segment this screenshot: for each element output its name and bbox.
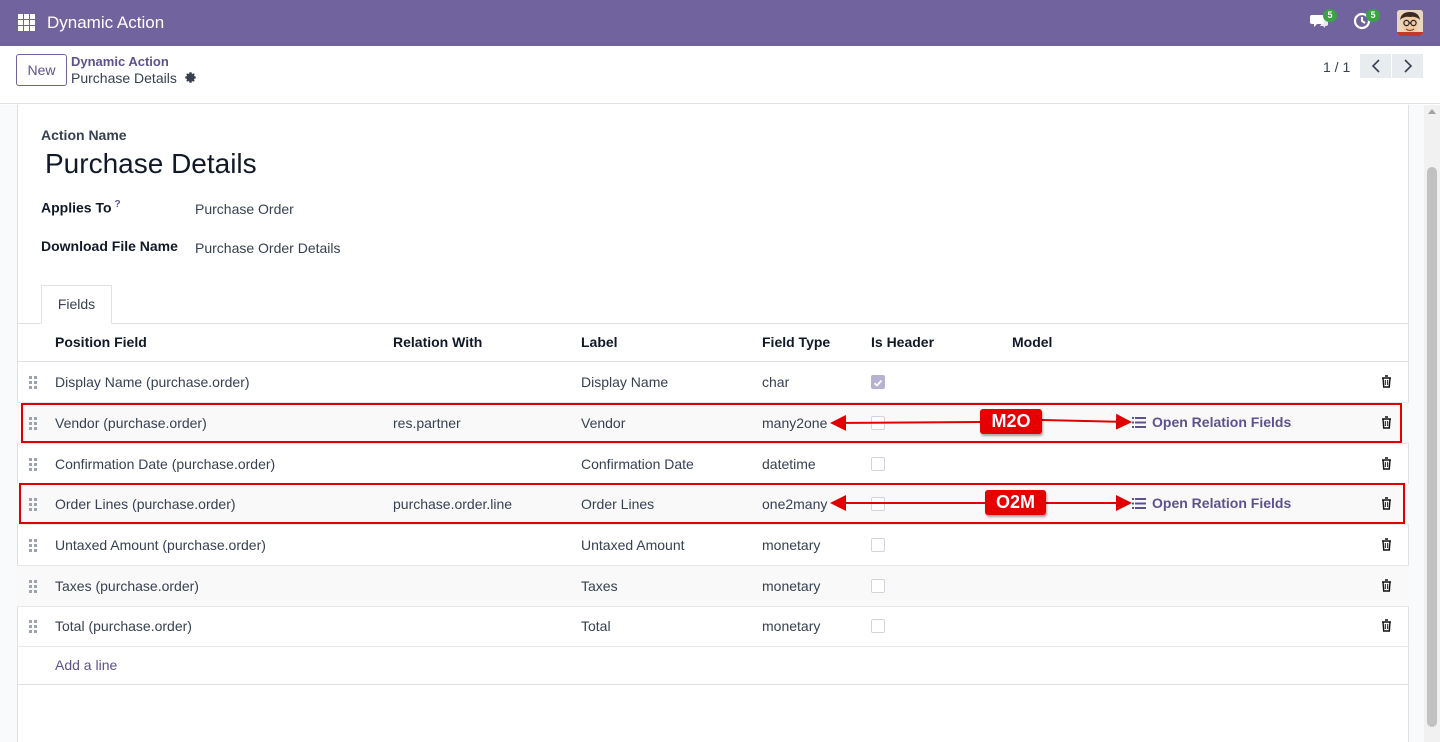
drag-handle-icon[interactable] bbox=[29, 498, 38, 511]
open-relation-fields-button[interactable]: Open Relation Fields bbox=[1132, 414, 1291, 430]
cell-label: Taxes bbox=[581, 578, 618, 594]
cell-field-type: char bbox=[762, 374, 790, 390]
table-row[interactable]: Display Name (purchase.order) Display Na… bbox=[17, 362, 1409, 403]
activity-clock-icon[interactable]: 5 bbox=[1353, 9, 1380, 35]
is-header-checkbox[interactable] bbox=[871, 619, 885, 633]
drag-handle-icon[interactable] bbox=[29, 620, 38, 633]
chevron-left-icon bbox=[1371, 59, 1380, 73]
o2m-annotation-tag: O2M bbox=[985, 490, 1046, 515]
list-icon bbox=[1132, 497, 1146, 509]
applies-to-label: Applies To? bbox=[41, 199, 121, 216]
cell-position-field: Confirmation Date (purchase.order) bbox=[55, 456, 276, 472]
fields-table-header: Position Field Relation With Label Field… bbox=[17, 324, 1409, 362]
user-avatar[interactable] bbox=[1397, 10, 1423, 36]
download-file-name-field[interactable]: Purchase Order Details bbox=[195, 240, 341, 256]
pager-next-button[interactable] bbox=[1392, 54, 1423, 78]
chat-badge: 5 bbox=[1323, 9, 1337, 22]
cell-position-field: Vendor (purchase.order) bbox=[55, 415, 207, 431]
is-header-checkbox[interactable] bbox=[871, 416, 885, 430]
column-relation-with[interactable]: Relation With bbox=[393, 334, 482, 350]
chat-icon[interactable]: 5 bbox=[1310, 9, 1337, 35]
column-is-header[interactable]: Is Header bbox=[871, 334, 934, 350]
applies-to-field[interactable]: Purchase Order bbox=[195, 201, 294, 217]
cell-field-type: monetary bbox=[762, 578, 821, 594]
delete-row-trash-icon[interactable] bbox=[1381, 497, 1392, 515]
table-row[interactable]: Total (purchase.order) Total monetary bbox=[17, 606, 1409, 647]
open-relation-fields-label: Open Relation Fields bbox=[1152, 414, 1292, 430]
cell-label: Order Lines bbox=[581, 496, 655, 512]
scrollbar-thumb[interactable] bbox=[1427, 167, 1437, 727]
drag-handle-icon[interactable] bbox=[29, 539, 38, 552]
table-row[interactable]: Untaxed Amount (purchase.order) Untaxed … bbox=[17, 525, 1409, 566]
tab-fields[interactable]: Fields bbox=[41, 285, 112, 324]
scroll-up-icon[interactable] bbox=[1428, 109, 1436, 114]
action-name-field[interactable]: Purchase Details bbox=[45, 148, 257, 180]
cell-field-type: monetary bbox=[762, 618, 821, 634]
is-header-checkbox[interactable] bbox=[871, 579, 885, 593]
is-header-checkbox[interactable] bbox=[871, 538, 885, 552]
delete-row-trash-icon[interactable] bbox=[1381, 375, 1392, 393]
app-menu-grid-icon[interactable] bbox=[18, 14, 35, 31]
delete-row-trash-icon[interactable] bbox=[1381, 538, 1392, 556]
add-a-line-link[interactable]: Add a line bbox=[55, 657, 117, 673]
table-row[interactable]: Confirmation Date (purchase.order) Confi… bbox=[17, 444, 1409, 485]
cell-position-field: Display Name (purchase.order) bbox=[55, 374, 250, 390]
activity-badge: 5 bbox=[1366, 9, 1380, 22]
cell-position-field: Taxes (purchase.order) bbox=[55, 578, 199, 594]
applies-to-label-text: Applies To bbox=[41, 199, 112, 216]
pager-previous-button[interactable] bbox=[1360, 54, 1391, 78]
drag-handle-icon[interactable] bbox=[29, 417, 38, 430]
column-field-type[interactable]: Field Type bbox=[762, 334, 830, 350]
column-model[interactable]: Model bbox=[1012, 334, 1052, 350]
open-relation-fields-button[interactable]: Open Relation Fields bbox=[1132, 495, 1291, 511]
drag-handle-icon[interactable] bbox=[29, 458, 38, 471]
cell-field-type: monetary bbox=[762, 537, 821, 553]
action-name-label: Action Name bbox=[41, 127, 127, 143]
open-relation-fields-label: Open Relation Fields bbox=[1152, 495, 1292, 511]
cell-field-type: datetime bbox=[762, 456, 816, 472]
cell-position-field: Total (purchase.order) bbox=[55, 618, 192, 634]
cell-field-type: many2one bbox=[762, 415, 828, 431]
table-bottom-divider bbox=[17, 684, 1409, 685]
gear-icon[interactable] bbox=[184, 71, 197, 89]
app-title[interactable]: Dynamic Action bbox=[47, 13, 164, 33]
cell-field-type: one2many bbox=[762, 496, 828, 512]
chevron-right-icon bbox=[1403, 59, 1412, 73]
cell-label: Total bbox=[581, 618, 611, 634]
breadcrumb-parent-link[interactable]: Dynamic Action bbox=[71, 54, 169, 69]
delete-row-trash-icon[interactable] bbox=[1381, 619, 1392, 637]
control-panel: New Dynamic Action Purchase Details 1 / … bbox=[0, 46, 1440, 104]
cell-position-field: Untaxed Amount (purchase.order) bbox=[55, 537, 266, 553]
breadcrumb-current: Purchase Details bbox=[71, 70, 177, 86]
is-header-checkbox[interactable] bbox=[871, 457, 885, 471]
top-navbar: Dynamic Action 5 5 bbox=[0, 0, 1440, 46]
column-label[interactable]: Label bbox=[581, 334, 618, 350]
is-header-checkbox[interactable] bbox=[871, 375, 885, 389]
drag-handle-icon[interactable] bbox=[29, 376, 38, 389]
download-file-name-label: Download File Name bbox=[41, 238, 178, 254]
cell-relation-with: purchase.order.line bbox=[393, 496, 513, 512]
column-position-field[interactable]: Position Field bbox=[55, 334, 147, 350]
delete-row-trash-icon[interactable] bbox=[1381, 416, 1392, 434]
cell-relation-with: res.partner bbox=[393, 415, 461, 431]
help-tooltip-icon[interactable]: ? bbox=[115, 199, 121, 210]
checkmark-icon bbox=[873, 379, 883, 387]
cell-label: Untaxed Amount bbox=[581, 537, 685, 553]
cell-label: Display Name bbox=[581, 374, 669, 390]
cell-label: Confirmation Date bbox=[581, 456, 694, 472]
delete-row-trash-icon[interactable] bbox=[1381, 579, 1392, 597]
table-row[interactable]: Order Lines (purchase.order) purchase.or… bbox=[17, 484, 1409, 525]
table-row[interactable]: Vendor (purchase.order) res.partner Vend… bbox=[17, 403, 1409, 444]
m2o-annotation-tag: M2O bbox=[980, 409, 1042, 434]
new-button[interactable]: New bbox=[16, 54, 67, 86]
list-icon bbox=[1132, 416, 1146, 428]
drag-handle-icon[interactable] bbox=[29, 580, 38, 593]
table-row[interactable]: Taxes (purchase.order) Taxes monetary bbox=[17, 566, 1409, 607]
is-header-checkbox[interactable] bbox=[871, 497, 885, 511]
cell-label: Vendor bbox=[581, 415, 626, 431]
delete-row-trash-icon[interactable] bbox=[1381, 457, 1392, 475]
pager-value: 1 / 1 bbox=[1323, 59, 1351, 75]
cell-position-field: Order Lines (purchase.order) bbox=[55, 496, 236, 512]
